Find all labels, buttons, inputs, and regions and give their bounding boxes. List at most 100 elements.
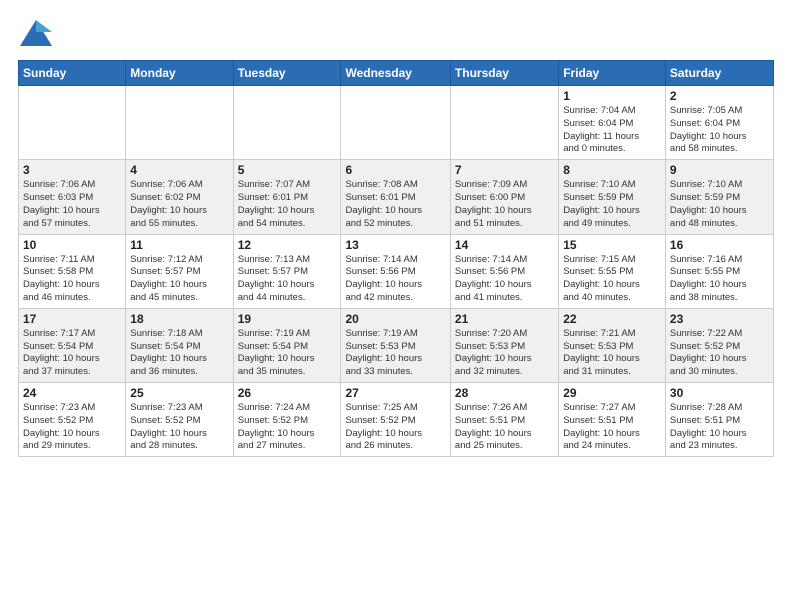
calendar-cell: 6 Sunrise: 7:08 AM Sunset: 6:01 PM Daylig… xyxy=(341,160,450,234)
day-info: Sunrise: 7:19 AM Sunset: 5:53 PM Dayligh… xyxy=(345,328,445,379)
day-info: Sunrise: 7:16 AM Sunset: 5:55 PM Dayligh… xyxy=(670,254,769,305)
day-number: 3 xyxy=(23,163,121,177)
day-info: Sunrise: 7:28 AM Sunset: 5:51 PM Dayligh… xyxy=(670,402,769,453)
day-info: Sunrise: 7:07 AM Sunset: 6:01 PM Dayligh… xyxy=(238,179,337,230)
day-number: 29 xyxy=(563,386,661,400)
day-number: 12 xyxy=(238,238,337,252)
day-number: 5 xyxy=(238,163,337,177)
calendar-cell: 5 Sunrise: 7:07 AM Sunset: 6:01 PM Daylig… xyxy=(233,160,341,234)
day-info: Sunrise: 7:19 AM Sunset: 5:54 PM Dayligh… xyxy=(238,328,337,379)
day-info: Sunrise: 7:21 AM Sunset: 5:53 PM Dayligh… xyxy=(563,328,661,379)
day-number: 24 xyxy=(23,386,121,400)
weekday-header: Saturday xyxy=(665,61,773,86)
day-number: 25 xyxy=(130,386,228,400)
calendar-row: 17 Sunrise: 7:17 AM Sunset: 5:54 PM Dayli… xyxy=(19,308,774,382)
day-number: 26 xyxy=(238,386,337,400)
weekday-header: Sunday xyxy=(19,61,126,86)
day-number: 16 xyxy=(670,238,769,252)
day-info: Sunrise: 7:06 AM Sunset: 6:03 PM Dayligh… xyxy=(23,179,121,230)
calendar-cell: 2 Sunrise: 7:05 AM Sunset: 6:04 PM Daylig… xyxy=(665,86,773,160)
day-number: 4 xyxy=(130,163,228,177)
day-info: Sunrise: 7:10 AM Sunset: 5:59 PM Dayligh… xyxy=(670,179,769,230)
day-number: 14 xyxy=(455,238,554,252)
calendar-cell: 29 Sunrise: 7:27 AM Sunset: 5:51 PM Dayli… xyxy=(559,383,666,457)
weekday-header: Thursday xyxy=(450,61,558,86)
day-info: Sunrise: 7:22 AM Sunset: 5:52 PM Dayligh… xyxy=(670,328,769,379)
day-number: 28 xyxy=(455,386,554,400)
day-info: Sunrise: 7:23 AM Sunset: 5:52 PM Dayligh… xyxy=(130,402,228,453)
day-info: Sunrise: 7:09 AM Sunset: 6:00 PM Dayligh… xyxy=(455,179,554,230)
calendar: SundayMondayTuesdayWednesdayThursdayFrid… xyxy=(18,60,774,457)
day-number: 30 xyxy=(670,386,769,400)
day-info: Sunrise: 7:06 AM Sunset: 6:02 PM Dayligh… xyxy=(130,179,228,230)
header xyxy=(18,18,774,50)
day-number: 6 xyxy=(345,163,445,177)
day-number: 15 xyxy=(563,238,661,252)
calendar-cell xyxy=(126,86,233,160)
day-info: Sunrise: 7:17 AM Sunset: 5:54 PM Dayligh… xyxy=(23,328,121,379)
calendar-cell: 22Sunrise: 7:21 AM Sunset: 5:53 PM Dayli… xyxy=(559,308,666,382)
weekday-header: Wednesday xyxy=(341,61,450,86)
day-info: Sunrise: 7:05 AM Sunset: 6:04 PM Dayligh… xyxy=(670,105,769,156)
day-number: 23 xyxy=(670,312,769,326)
day-number: 19 xyxy=(238,312,337,326)
weekday-header: Friday xyxy=(559,61,666,86)
day-info: Sunrise: 7:27 AM Sunset: 5:51 PM Dayligh… xyxy=(563,402,661,453)
calendar-cell: 10 Sunrise: 7:11 AM Sunset: 5:58 PM Dayli… xyxy=(19,234,126,308)
weekday-header: Monday xyxy=(126,61,233,86)
calendar-cell: 26 Sunrise: 7:24 AM Sunset: 5:52 PM Dayli… xyxy=(233,383,341,457)
weekday-header: Tuesday xyxy=(233,61,341,86)
day-info: Sunrise: 7:15 AM Sunset: 5:55 PM Dayligh… xyxy=(563,254,661,305)
day-info: Sunrise: 7:04 AM Sunset: 6:04 PM Dayligh… xyxy=(563,105,661,156)
day-number: 20 xyxy=(345,312,445,326)
day-info: Sunrise: 7:11 AM Sunset: 5:58 PM Dayligh… xyxy=(23,254,121,305)
page: SundayMondayTuesdayWednesdayThursdayFrid… xyxy=(0,0,792,467)
calendar-cell: 4 Sunrise: 7:06 AM Sunset: 6:02 PM Daylig… xyxy=(126,160,233,234)
day-number: 8 xyxy=(563,163,661,177)
day-number: 27 xyxy=(345,386,445,400)
logo xyxy=(18,18,58,50)
calendar-cell xyxy=(19,86,126,160)
calendar-cell: 18Sunrise: 7:18 AM Sunset: 5:54 PM Dayli… xyxy=(126,308,233,382)
day-info: Sunrise: 7:14 AM Sunset: 5:56 PM Dayligh… xyxy=(455,254,554,305)
day-info: Sunrise: 7:10 AM Sunset: 5:59 PM Dayligh… xyxy=(563,179,661,230)
calendar-cell: 25 Sunrise: 7:23 AM Sunset: 5:52 PM Dayli… xyxy=(126,383,233,457)
calendar-cell xyxy=(450,86,558,160)
day-number: 21 xyxy=(455,312,554,326)
day-info: Sunrise: 7:26 AM Sunset: 5:51 PM Dayligh… xyxy=(455,402,554,453)
calendar-cell: 9 Sunrise: 7:10 AM Sunset: 5:59 PM Daylig… xyxy=(665,160,773,234)
calendar-cell: 11 Sunrise: 7:12 AM Sunset: 5:57 PM Dayli… xyxy=(126,234,233,308)
calendar-cell xyxy=(233,86,341,160)
calendar-cell: 27 Sunrise: 7:25 AM Sunset: 5:52 PM Dayli… xyxy=(341,383,450,457)
day-info: Sunrise: 7:14 AM Sunset: 5:56 PM Dayligh… xyxy=(345,254,445,305)
calendar-row: 1Sunrise: 7:04 AM Sunset: 6:04 PM Daylig… xyxy=(19,86,774,160)
day-info: Sunrise: 7:08 AM Sunset: 6:01 PM Dayligh… xyxy=(345,179,445,230)
day-info: Sunrise: 7:25 AM Sunset: 5:52 PM Dayligh… xyxy=(345,402,445,453)
calendar-cell: 20 Sunrise: 7:19 AM Sunset: 5:53 PM Dayli… xyxy=(341,308,450,382)
day-info: Sunrise: 7:20 AM Sunset: 5:53 PM Dayligh… xyxy=(455,328,554,379)
day-number: 2 xyxy=(670,89,769,103)
calendar-cell: 3 Sunrise: 7:06 AM Sunset: 6:03 PM Daylig… xyxy=(19,160,126,234)
day-number: 11 xyxy=(130,238,228,252)
day-number: 13 xyxy=(345,238,445,252)
calendar-row: 24 Sunrise: 7:23 AM Sunset: 5:52 PM Dayli… xyxy=(19,383,774,457)
calendar-cell: 8 Sunrise: 7:10 AM Sunset: 5:59 PM Daylig… xyxy=(559,160,666,234)
calendar-cell: 14 Sunrise: 7:14 AM Sunset: 5:56 PM Dayli… xyxy=(450,234,558,308)
calendar-row: 10 Sunrise: 7:11 AM Sunset: 5:58 PM Dayli… xyxy=(19,234,774,308)
calendar-cell: 23 Sunrise: 7:22 AM Sunset: 5:52 PM Dayli… xyxy=(665,308,773,382)
calendar-cell: 13 Sunrise: 7:14 AM Sunset: 5:56 PM Dayli… xyxy=(341,234,450,308)
calendar-cell: 19 Sunrise: 7:19 AM Sunset: 5:54 PM Dayli… xyxy=(233,308,341,382)
day-info: Sunrise: 7:18 AM Sunset: 5:54 PM Dayligh… xyxy=(130,328,228,379)
calendar-cell: 21 Sunrise: 7:20 AM Sunset: 5:53 PM Dayli… xyxy=(450,308,558,382)
day-number: 9 xyxy=(670,163,769,177)
day-number: 17 xyxy=(23,312,121,326)
day-info: Sunrise: 7:12 AM Sunset: 5:57 PM Dayligh… xyxy=(130,254,228,305)
calendar-cell: 24Sunrise: 7:23 AM Sunset: 5:52 PM Dayli… xyxy=(19,383,126,457)
calendar-cell xyxy=(341,86,450,160)
calendar-cell: 16 Sunrise: 7:16 AM Sunset: 5:55 PM Dayli… xyxy=(665,234,773,308)
calendar-cell: 7Sunrise: 7:09 AM Sunset: 6:00 PM Daylig… xyxy=(450,160,558,234)
day-number: 10 xyxy=(23,238,121,252)
calendar-cell: 28 Sunrise: 7:26 AM Sunset: 5:51 PM Dayli… xyxy=(450,383,558,457)
day-info: Sunrise: 7:24 AM Sunset: 5:52 PM Dayligh… xyxy=(238,402,337,453)
calendar-cell: 1Sunrise: 7:04 AM Sunset: 6:04 PM Daylig… xyxy=(559,86,666,160)
